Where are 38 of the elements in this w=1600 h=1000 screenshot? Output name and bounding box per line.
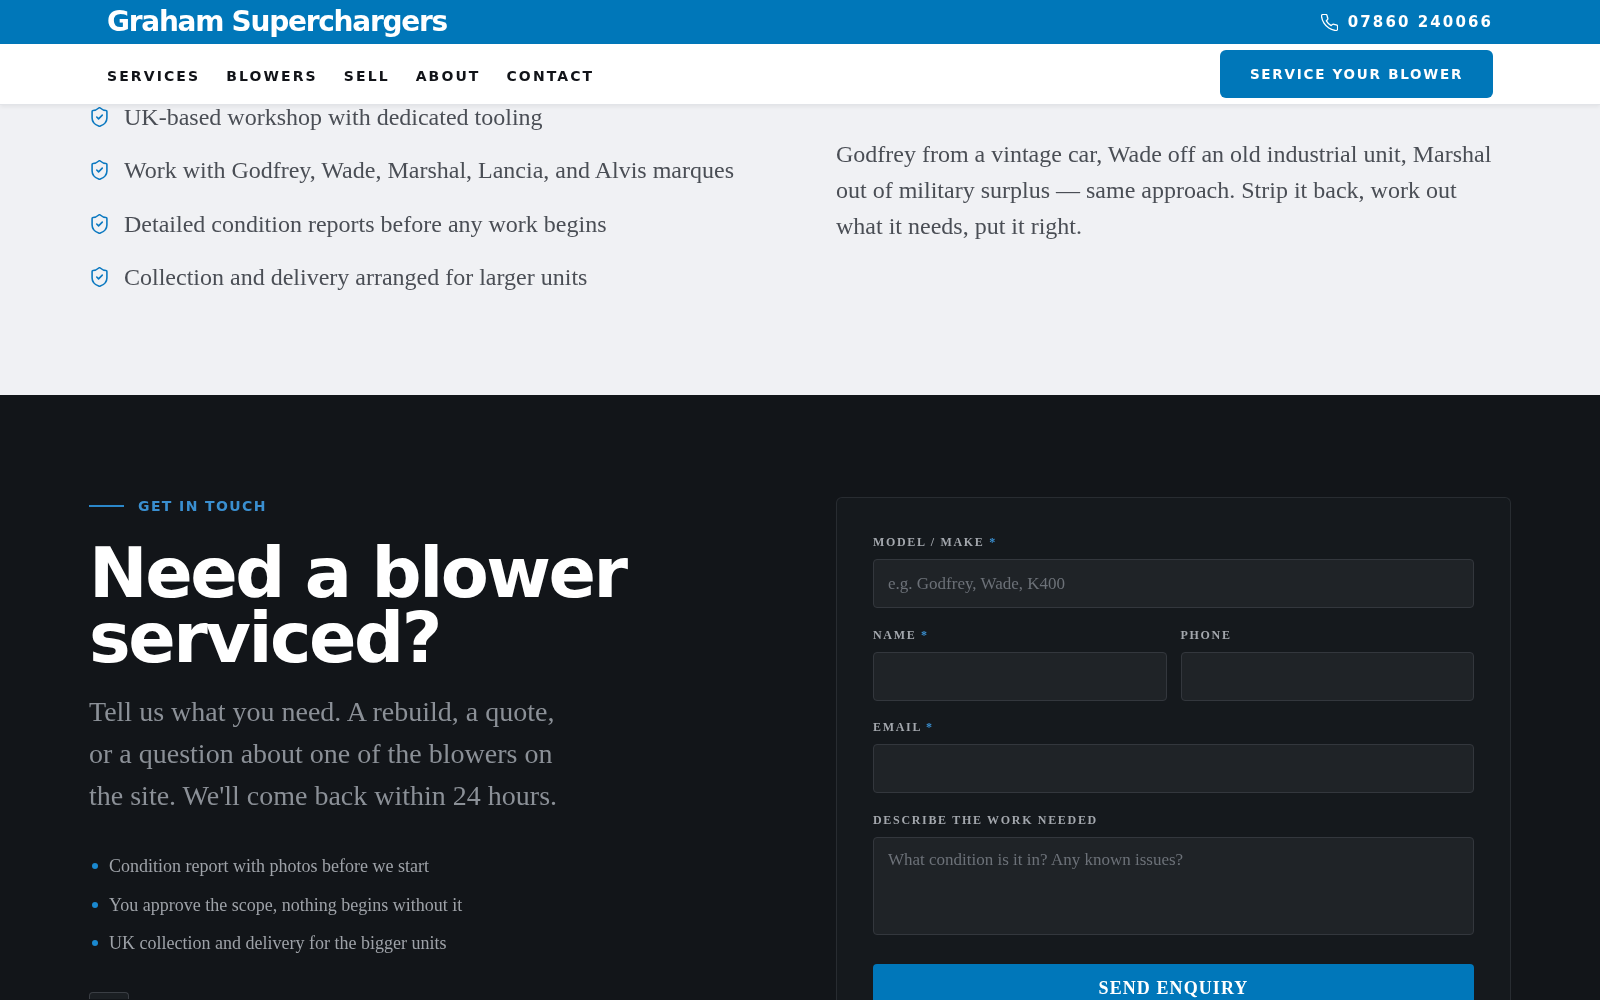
point-text: UK collection and delivery for the bigger units bbox=[109, 932, 447, 955]
point-text: Condition report with photos before we start bbox=[109, 855, 429, 878]
section-heading: Need a blower serviced? bbox=[89, 541, 628, 671]
phone-link[interactable]: 07860 240066 bbox=[1320, 12, 1493, 32]
field-label: MODEL / MAKE * bbox=[873, 534, 997, 550]
site-logo[interactable]: Graham Superchargers bbox=[107, 5, 447, 39]
nav-link[interactable]: SELL bbox=[343, 66, 390, 85]
shield-check-icon bbox=[91, 266, 108, 287]
textarea-field[interactable]: What condition is it in? Any known issues? bbox=[873, 836, 1474, 935]
cta-button[interactable]: SERVICE YOUR BLOWER bbox=[1220, 50, 1493, 98]
nav-link[interactable]: BLOWERS bbox=[226, 66, 318, 85]
shield-check-icon bbox=[91, 107, 108, 127]
feature-text: Work with Godfrey, Wade, Marshal, Lancia, and Alvis marques bbox=[124, 158, 734, 183]
field-label: EMAIL * bbox=[873, 719, 934, 735]
text-input[interactable] bbox=[873, 744, 1474, 793]
feature-text: Detailed condition reports before any work begins bbox=[124, 211, 607, 236]
eyebrow-label: GET IN TOUCH bbox=[138, 498, 267, 514]
text-input[interactable] bbox=[873, 651, 1167, 701]
bullet-icon bbox=[92, 901, 98, 908]
body-paragraph: Godfrey from a vintage car, Wade off an old industrial unit, Marshal out of military surplus — same approach. Strip it back, work out what it needs, put it right. bbox=[836, 140, 1493, 241]
field-label: PHONE bbox=[1180, 626, 1232, 643]
phone-icon bbox=[1320, 13, 1338, 31]
shield-check-icon bbox=[91, 213, 108, 234]
field-label: NAME * bbox=[873, 626, 929, 643]
nav-link[interactable]: ABOUT bbox=[415, 66, 481, 85]
point-text: You approve the scope, nothing begins without it bbox=[109, 893, 463, 917]
nav-link[interactable]: SERVICES bbox=[107, 66, 201, 85]
bullet-icon bbox=[92, 863, 98, 869]
bullet-icon bbox=[92, 940, 98, 946]
text-input[interactable]: e.g. Godfrey, Wade, K400 bbox=[873, 559, 1474, 608]
nav-link[interactable]: CONTACT bbox=[506, 66, 595, 85]
intro-paragraph: Tell us what you need. A rebuild, a quote, or a question about one of the blowers on the site. We'll come back within 24 hours. bbox=[89, 695, 559, 813]
send-button[interactable]: SEND ENQUIRY bbox=[873, 963, 1474, 1000]
shield-check-icon bbox=[91, 160, 108, 181]
text-input[interactable] bbox=[1180, 651, 1474, 701]
feature-text: Collection and delivery arranged for larger units bbox=[124, 264, 588, 289]
field-label: DESCRIBE THE WORK NEEDED bbox=[873, 811, 1098, 828]
feature-text: UK-based workshop with dedicated tooling bbox=[124, 105, 543, 129]
